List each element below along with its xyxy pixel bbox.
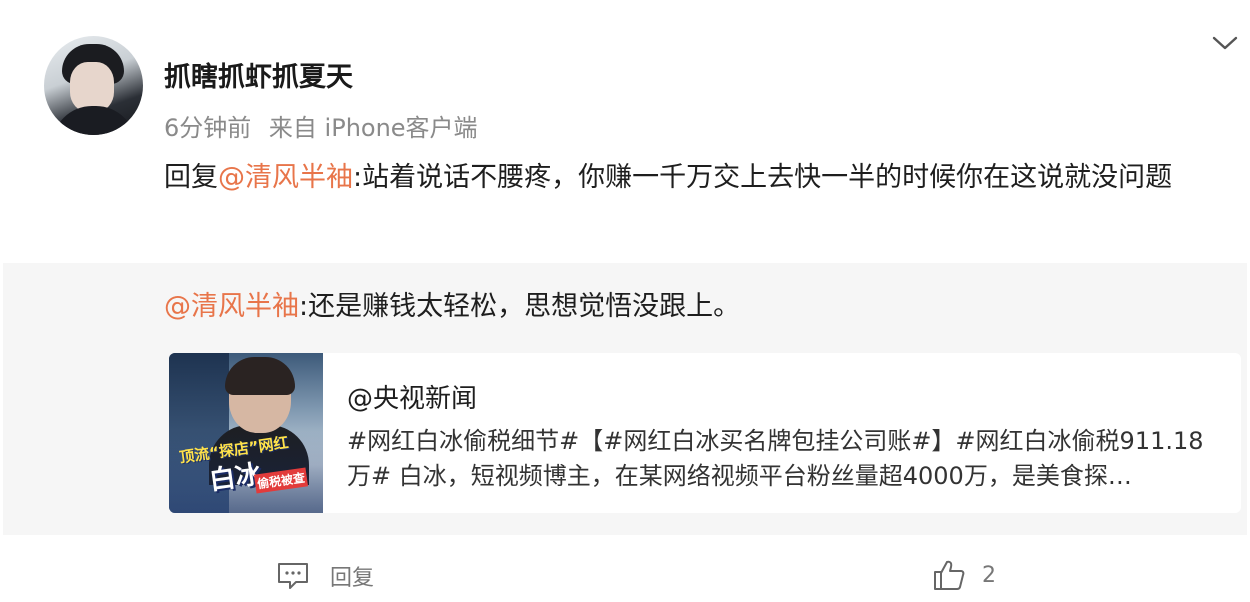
avatar[interactable] — [44, 36, 143, 135]
card-author[interactable]: @央视新闻 — [347, 378, 477, 415]
reply-text: 回复@清风半袖:站着说话不腰疼，你赚一千万交上去快一半的时候你在这说就没问题 — [164, 156, 1194, 200]
reply-button[interactable]: 回复 — [276, 560, 374, 592]
thumbnail-person-hair — [225, 357, 295, 395]
reply-body: :站着说话不腰疼，你赚一千万交上去快一半的时候你在这说就没问题 — [353, 162, 1173, 193]
post-source: 来自 iPhone客户端 — [268, 114, 478, 142]
post-meta: 6分钟前 来自 iPhone客户端 — [164, 108, 488, 143]
quoted-post[interactable]: @清风半袖:还是赚钱太轻松，思想觉悟没跟上。 顶流“探店”网红 白冰 偷税被查 … — [3, 263, 1247, 535]
thumbs-up-icon — [934, 560, 965, 590]
action-bar: 回复 2 — [0, 540, 1250, 602]
post-time: 6分钟前 — [164, 114, 252, 142]
reply-mention-link[interactable]: @清风半袖 — [218, 162, 353, 193]
like-count: 2 — [982, 562, 996, 588]
comment-icon — [278, 563, 308, 589]
username[interactable]: 抓瞎抓虾抓夏天 — [164, 55, 353, 94]
card-description: #网红白冰偷税细节#【#网红白冰买名牌包挂公司账#】#网红白冰偷税911.18万… — [347, 427, 1204, 490]
avatar-body — [52, 106, 136, 135]
chevron-down-icon[interactable] — [1210, 30, 1240, 56]
quoted-body: :还是赚钱太轻松，思想觉悟没跟上。 — [299, 291, 741, 322]
quoted-mention-link[interactable]: @清风半袖 — [164, 291, 299, 322]
avatar-face — [70, 62, 114, 112]
quoted-text: @清风半袖:还是赚钱太轻松，思想觉悟没跟上。 — [164, 289, 740, 325]
card-thumbnail: 顶流“探店”网红 白冰 偷税被查 — [169, 353, 323, 513]
reply-prefix: 回复 — [164, 162, 218, 193]
reply-label: 回复 — [330, 566, 375, 591]
link-card[interactable]: 顶流“探店”网红 白冰 偷税被查 @央视新闻 #网红白冰偷税细节#【#网红白冰买… — [169, 353, 1241, 513]
like-button[interactable]: 2 — [932, 558, 996, 592]
